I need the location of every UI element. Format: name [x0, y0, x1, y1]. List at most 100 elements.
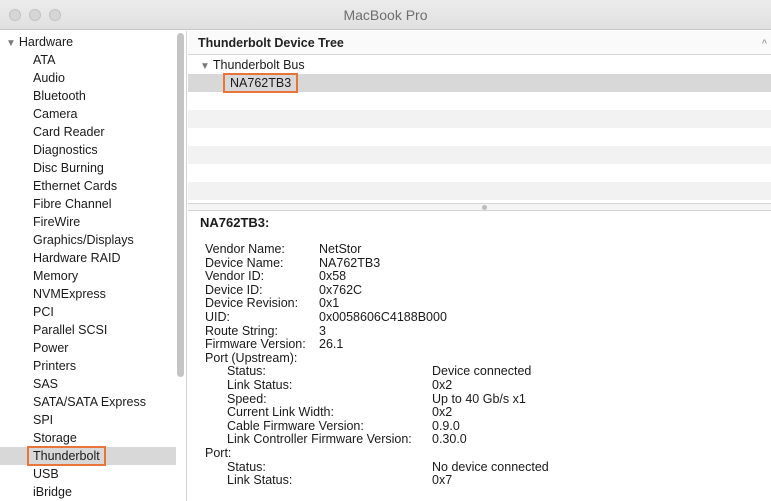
sidebar-item-label: iBridge — [33, 485, 72, 499]
property-row: Status: Device connected — [205, 365, 765, 379]
property-key: Current Link Width: — [227, 405, 334, 420]
sidebar-item-hardware[interactable]: ▼ Hardware — [6, 33, 73, 51]
sidebar-item-label: Ethernet Cards — [33, 179, 118, 193]
detail-pane: NA762TB3: Vendor Name: NetStor Device Name… — [188, 211, 771, 501]
property-row: UID: 0x0058606C4188B000 — [205, 309, 765, 325]
sidebar-item-bluetooth[interactable]: Bluetooth — [0, 87, 176, 105]
property-key: Device ID: — [205, 282, 263, 297]
property-value: 0.9.0 — [432, 418, 460, 433]
sidebar-item-graphics-displays[interactable]: Graphics/Displays — [0, 231, 176, 249]
sidebar-scrollbar[interactable] — [177, 33, 184, 377]
sidebar-item-parallel-scsi[interactable]: Parallel SCSI — [0, 321, 176, 339]
sidebar-item-sas[interactable]: SAS — [0, 375, 176, 393]
property-value: 3 — [319, 323, 326, 338]
sidebar-item-label: Card Reader — [33, 125, 105, 139]
sidebar-item-card-reader[interactable]: Card Reader — [0, 123, 176, 141]
tree-row-empty — [188, 128, 771, 146]
sidebar-item-label: SPI — [33, 413, 54, 427]
sidebar-item-camera[interactable]: Camera — [0, 105, 176, 123]
sidebar-item-ibridge[interactable]: iBridge — [0, 483, 176, 501]
sidebar-item-memory[interactable]: Memory — [0, 267, 176, 285]
sidebar-item-label: SATA/SATA Express — [33, 395, 146, 409]
sidebar-item-label: Bluetooth — [33, 89, 86, 103]
sidebar-item-ata[interactable]: ATA — [0, 51, 176, 69]
sidebar-item-label: Fibre Channel — [33, 197, 112, 211]
property-row: Firmware Version: 26.1 — [205, 338, 765, 352]
sidebar-item-power[interactable]: Power — [0, 339, 176, 357]
property-value: 26.1 — [319, 337, 344, 352]
property-row: Cable Firmware Version: 0.9.0 — [205, 418, 765, 434]
sidebar-item-label: Diagnostics — [33, 143, 98, 157]
device-tree: ▼ Thunderbolt Bus NA762TB3 — [188, 56, 771, 200]
property-value: 0x2 — [432, 377, 453, 392]
sidebar-item-audio[interactable]: Audio — [0, 69, 176, 87]
property-row: Device ID: 0x762C — [205, 282, 765, 298]
sidebar-item-label: Thunderbolt — [27, 446, 106, 466]
property-key: Vendor ID: — [205, 269, 265, 284]
property-value: 0x1 — [319, 296, 340, 311]
sidebar-item-label: Hardware RAID — [33, 251, 121, 265]
sidebar-item-printers[interactable]: Printers — [0, 357, 176, 375]
sidebar-item-label: Printers — [33, 359, 77, 373]
sidebar-item-label: NVMExpress — [33, 287, 106, 301]
tree-row-empty — [188, 92, 771, 110]
sidebar-item-label: PCI — [33, 305, 54, 319]
property-row: Route String: 3 — [205, 323, 765, 339]
sidebar-item-usb[interactable]: USB — [0, 465, 176, 483]
property-row: Port (Upstream): — [205, 350, 765, 366]
sidebar-item-label: Graphics/Displays — [33, 233, 134, 247]
property-key: Device Name: — [205, 255, 284, 270]
tree-row-thunderbolt-bus[interactable]: ▼ Thunderbolt Bus — [188, 56, 771, 74]
property-value: 0x7 — [432, 473, 453, 488]
property-key: Link Status: — [227, 377, 293, 392]
sidebar-item-thunderbolt[interactable]: Thunderbolt — [0, 446, 176, 466]
property-value: NA762TB3 — [319, 255, 381, 270]
property-key: Cable Firmware Version: — [227, 418, 364, 433]
sidebar-item-firewire[interactable]: FireWire — [0, 213, 176, 231]
tree-row-empty — [188, 146, 771, 164]
property-key: Firmware Version: — [205, 337, 306, 352]
tree-row-device[interactable]: NA762TB3 — [188, 73, 771, 93]
property-row: Link Status: 0x7 — [205, 473, 765, 488]
disclosure-triangle-icon[interactable]: ▼ — [200, 61, 210, 72]
sidebar-item-label: Memory — [33, 269, 79, 283]
property-row: Speed: Up to 40 Gb/s x1 — [205, 391, 765, 407]
sidebar-item-label: FireWire — [33, 215, 81, 229]
sidebar-item-sata-sata-express[interactable]: SATA/SATA Express — [0, 393, 176, 411]
tree-row-empty — [188, 164, 771, 182]
property-value: 0x2 — [432, 405, 453, 420]
sidebar-item-spi[interactable]: SPI — [0, 411, 176, 429]
sidebar-item-diagnostics[interactable]: Diagnostics — [0, 141, 176, 159]
sidebar-item-label: Parallel SCSI — [33, 323, 108, 337]
sidebar-item-hardware-raid[interactable]: Hardware RAID — [0, 249, 176, 267]
splitter-handle-icon[interactable] — [482, 205, 487, 210]
property-value: 0.30.0 — [432, 432, 467, 447]
sidebar-item-nvmexpress[interactable]: NVMExpress — [0, 285, 176, 303]
device-tree-header[interactable]: Thunderbolt Device Tree ^ — [188, 31, 771, 55]
sidebar-item-label: Disc Burning — [33, 161, 104, 175]
property-key: UID: — [205, 309, 230, 324]
property-value: Up to 40 Gb/s x1 — [432, 391, 526, 406]
property-row: Device Revision: 0x1 — [205, 297, 765, 311]
sidebar-item-label: ATA — [33, 53, 56, 67]
sidebar-list: ATA Audio Bluetooth Camera Card Reader Diagno… — [0, 51, 176, 501]
property-key: Port (Upstream): — [205, 350, 298, 365]
property-key: Status: — [227, 364, 266, 379]
property-row: Vendor Name: NetStor — [205, 242, 765, 257]
sidebar: ▼ Hardware ATA Audio Bluetooth Camera Card Re… — [0, 31, 187, 501]
sidebar-item-ethernet-cards[interactable]: Ethernet Cards — [0, 177, 176, 195]
property-value: 0x0058606C4188B000 — [319, 309, 447, 324]
sidebar-item-fibre-channel[interactable]: Fibre Channel — [0, 195, 176, 213]
property-value: 0x58 — [319, 269, 347, 284]
sidebar-item-pci[interactable]: PCI — [0, 303, 176, 321]
disclosure-triangle-icon[interactable]: ▼ — [6, 38, 16, 49]
property-key: Link Status: — [227, 473, 293, 488]
sidebar-item-storage[interactable]: Storage — [0, 429, 176, 447]
title-bar: MacBook Pro — [0, 0, 771, 30]
pane-splitter[interactable] — [188, 203, 771, 211]
property-value: NetStor — [319, 242, 362, 256]
property-row: Link Controller Firmware Version: 0.30.0 — [205, 433, 765, 447]
sidebar-item-label: Power — [33, 341, 69, 355]
property-row: Status: No device connected — [205, 460, 765, 475]
sidebar-item-disc-burning[interactable]: Disc Burning — [0, 159, 176, 177]
